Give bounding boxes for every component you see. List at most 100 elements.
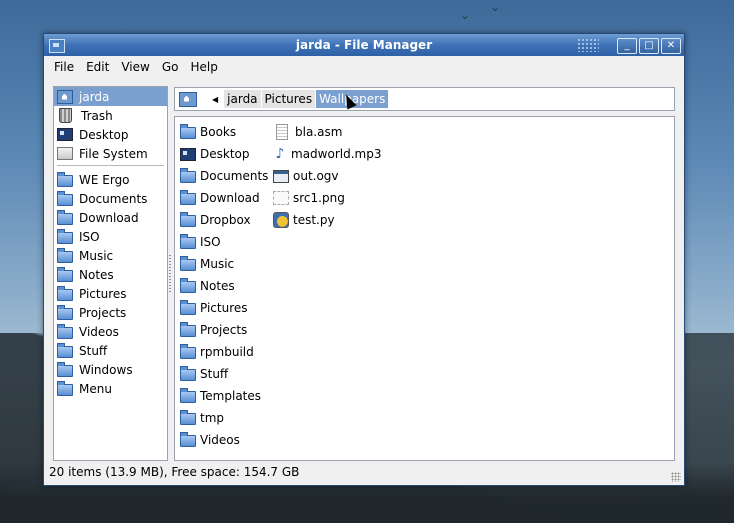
folder-icon — [180, 300, 196, 315]
resize-grip-icon[interactable] — [671, 472, 681, 482]
file-item[interactable]: Books — [180, 121, 268, 143]
file-name: tmp — [200, 411, 225, 425]
sidebar-item-notes[interactable]: Notes — [54, 265, 167, 284]
pane-splitter-handle[interactable] — [168, 254, 172, 294]
folder-icon — [180, 278, 196, 293]
menu-go[interactable]: Go — [156, 60, 185, 74]
file-name: ISO — [200, 235, 221, 249]
sidebar-item-projects[interactable]: Projects — [54, 303, 167, 322]
sidebar-item-menu[interactable]: Menu — [54, 379, 167, 398]
file-item[interactable]: ♪ madworld.mp3 — [273, 143, 382, 165]
file-item[interactable]: Music — [180, 253, 268, 275]
sidebar-item-jarda[interactable]: jarda — [54, 87, 167, 106]
path-back-arrow-icon[interactable]: ◀ — [212, 95, 218, 104]
menu-view[interactable]: View — [115, 60, 155, 74]
file-name: src1.png — [293, 191, 345, 205]
minimize-button[interactable]: _ — [617, 38, 637, 54]
folder-icon — [57, 228, 73, 244]
breadcrumb-pictures[interactable]: Pictures — [261, 90, 316, 108]
sidebar-item-stuff[interactable]: Stuff — [54, 341, 167, 360]
text-file-icon — [276, 124, 288, 140]
sidebar-item-windows[interactable]: Windows — [54, 360, 167, 379]
file-name: Dropbox — [200, 213, 251, 227]
sidebar-item-pictures[interactable]: Pictures — [54, 284, 167, 303]
menu-help[interactable]: Help — [184, 60, 223, 74]
sidebar-item-documents[interactable]: Documents — [54, 189, 167, 208]
sidebar-item-label: Music — [79, 248, 114, 263]
sidebar-item-trash[interactable]: Trash — [54, 106, 167, 125]
home-icon[interactable] — [179, 91, 197, 107]
sidebar-item-label: ISO — [79, 229, 100, 244]
breadcrumb-jarda[interactable]: jarda — [224, 90, 261, 108]
folder-icon — [57, 266, 73, 282]
sidebar-item-videos[interactable]: Videos — [54, 322, 167, 341]
menu-edit[interactable]: Edit — [80, 60, 115, 74]
file-item[interactable]: rpmbuild — [180, 341, 268, 363]
status-bar: 20 items (13.9 MB), Free space: 154.7 GB — [49, 465, 300, 479]
file-item[interactable]: Dropbox — [180, 209, 268, 231]
file-name: out.ogv — [293, 169, 339, 183]
sidebar-item-label: Videos — [79, 324, 119, 339]
sidebar-item-label: WE Ergo — [79, 172, 130, 187]
sidebar-item-label: Notes — [79, 267, 114, 282]
file-item[interactable]: out.ogv — [273, 165, 381, 187]
file-item[interactable]: bla.asm — [273, 121, 381, 143]
file-name: Books — [200, 125, 237, 139]
sidebar-item-desktop[interactable]: Desktop — [54, 125, 167, 144]
file-item[interactable]: Pictures — [180, 297, 268, 319]
folder-icon — [180, 322, 196, 337]
file-item[interactable]: Desktop — [180, 143, 268, 165]
folder-icon — [57, 190, 73, 206]
file-name: Music — [200, 257, 235, 271]
sidebar-item-label: jarda — [79, 89, 110, 104]
python-file-icon — [273, 212, 289, 228]
file-item[interactable]: Download — [180, 187, 268, 209]
file-item[interactable]: src1.png — [273, 187, 381, 209]
bookmark-list: WE Ergo Documents Download ISO Music Notes Pic… — [54, 170, 167, 398]
sidebar-item-label: Stuff — [79, 343, 108, 358]
folder-icon — [180, 212, 196, 227]
file-item[interactable]: ISO — [180, 231, 268, 253]
sidebar-item-label: File System — [79, 146, 148, 161]
video-file-icon — [273, 169, 289, 183]
sidebar-item-music[interactable]: Music — [54, 246, 167, 265]
file-name: bla.asm — [295, 125, 343, 139]
file-item[interactable]: tmp — [180, 407, 268, 429]
file-item[interactable]: test.py — [273, 209, 381, 231]
file-view[interactable]: Books Desktop Documents Download Dropbox ISO M… — [174, 116, 675, 461]
file-item[interactable]: Videos — [180, 429, 268, 451]
sidebar-item-label: Projects — [79, 305, 127, 320]
path-bar: ◀ jarda Pictures Wallpapers — [174, 87, 675, 111]
file-item[interactable]: Templates — [180, 385, 268, 407]
file-item[interactable]: Stuff — [180, 363, 268, 385]
sidebar-item-iso[interactable]: ISO — [54, 227, 167, 246]
file-item[interactable]: Projects — [180, 319, 268, 341]
bird-icon: ⌄ — [490, 0, 501, 14]
file-name: Stuff — [200, 367, 229, 381]
folder-icon — [57, 285, 73, 301]
sidebar-item-we-ergo[interactable]: WE Ergo — [54, 170, 167, 189]
close-button[interactable]: ✕ — [661, 38, 681, 54]
sidebar-item-label: Trash — [81, 108, 113, 123]
file-item[interactable]: Documents — [180, 165, 268, 187]
folder-icon — [180, 190, 196, 205]
folder-icon — [57, 209, 73, 225]
file-name: Templates — [200, 389, 262, 403]
folder-icon — [57, 361, 73, 377]
sidebar-item-download[interactable]: Download — [54, 208, 167, 227]
file-name: test.py — [293, 213, 335, 227]
file-name: rpmbuild — [200, 345, 254, 359]
file-column-2: bla.asm ♪ madworld.mp3 out.ogv src1.png test.… — [273, 121, 381, 231]
title-bar[interactable]: jarda - File Manager _ □ ✕ — [44, 34, 684, 56]
folder-icon — [180, 168, 196, 183]
file-name: Pictures — [200, 301, 248, 315]
sidebar-item-file-system[interactable]: File System — [54, 144, 167, 163]
folder-icon — [180, 256, 196, 271]
image-file-icon — [273, 191, 289, 205]
menu-file[interactable]: File — [48, 60, 80, 74]
file-name: Videos — [200, 433, 240, 447]
filesystem-icon — [57, 147, 73, 160]
file-item[interactable]: Notes — [180, 275, 268, 297]
folder-icon — [180, 124, 196, 139]
maximize-button[interactable]: □ — [639, 38, 659, 54]
